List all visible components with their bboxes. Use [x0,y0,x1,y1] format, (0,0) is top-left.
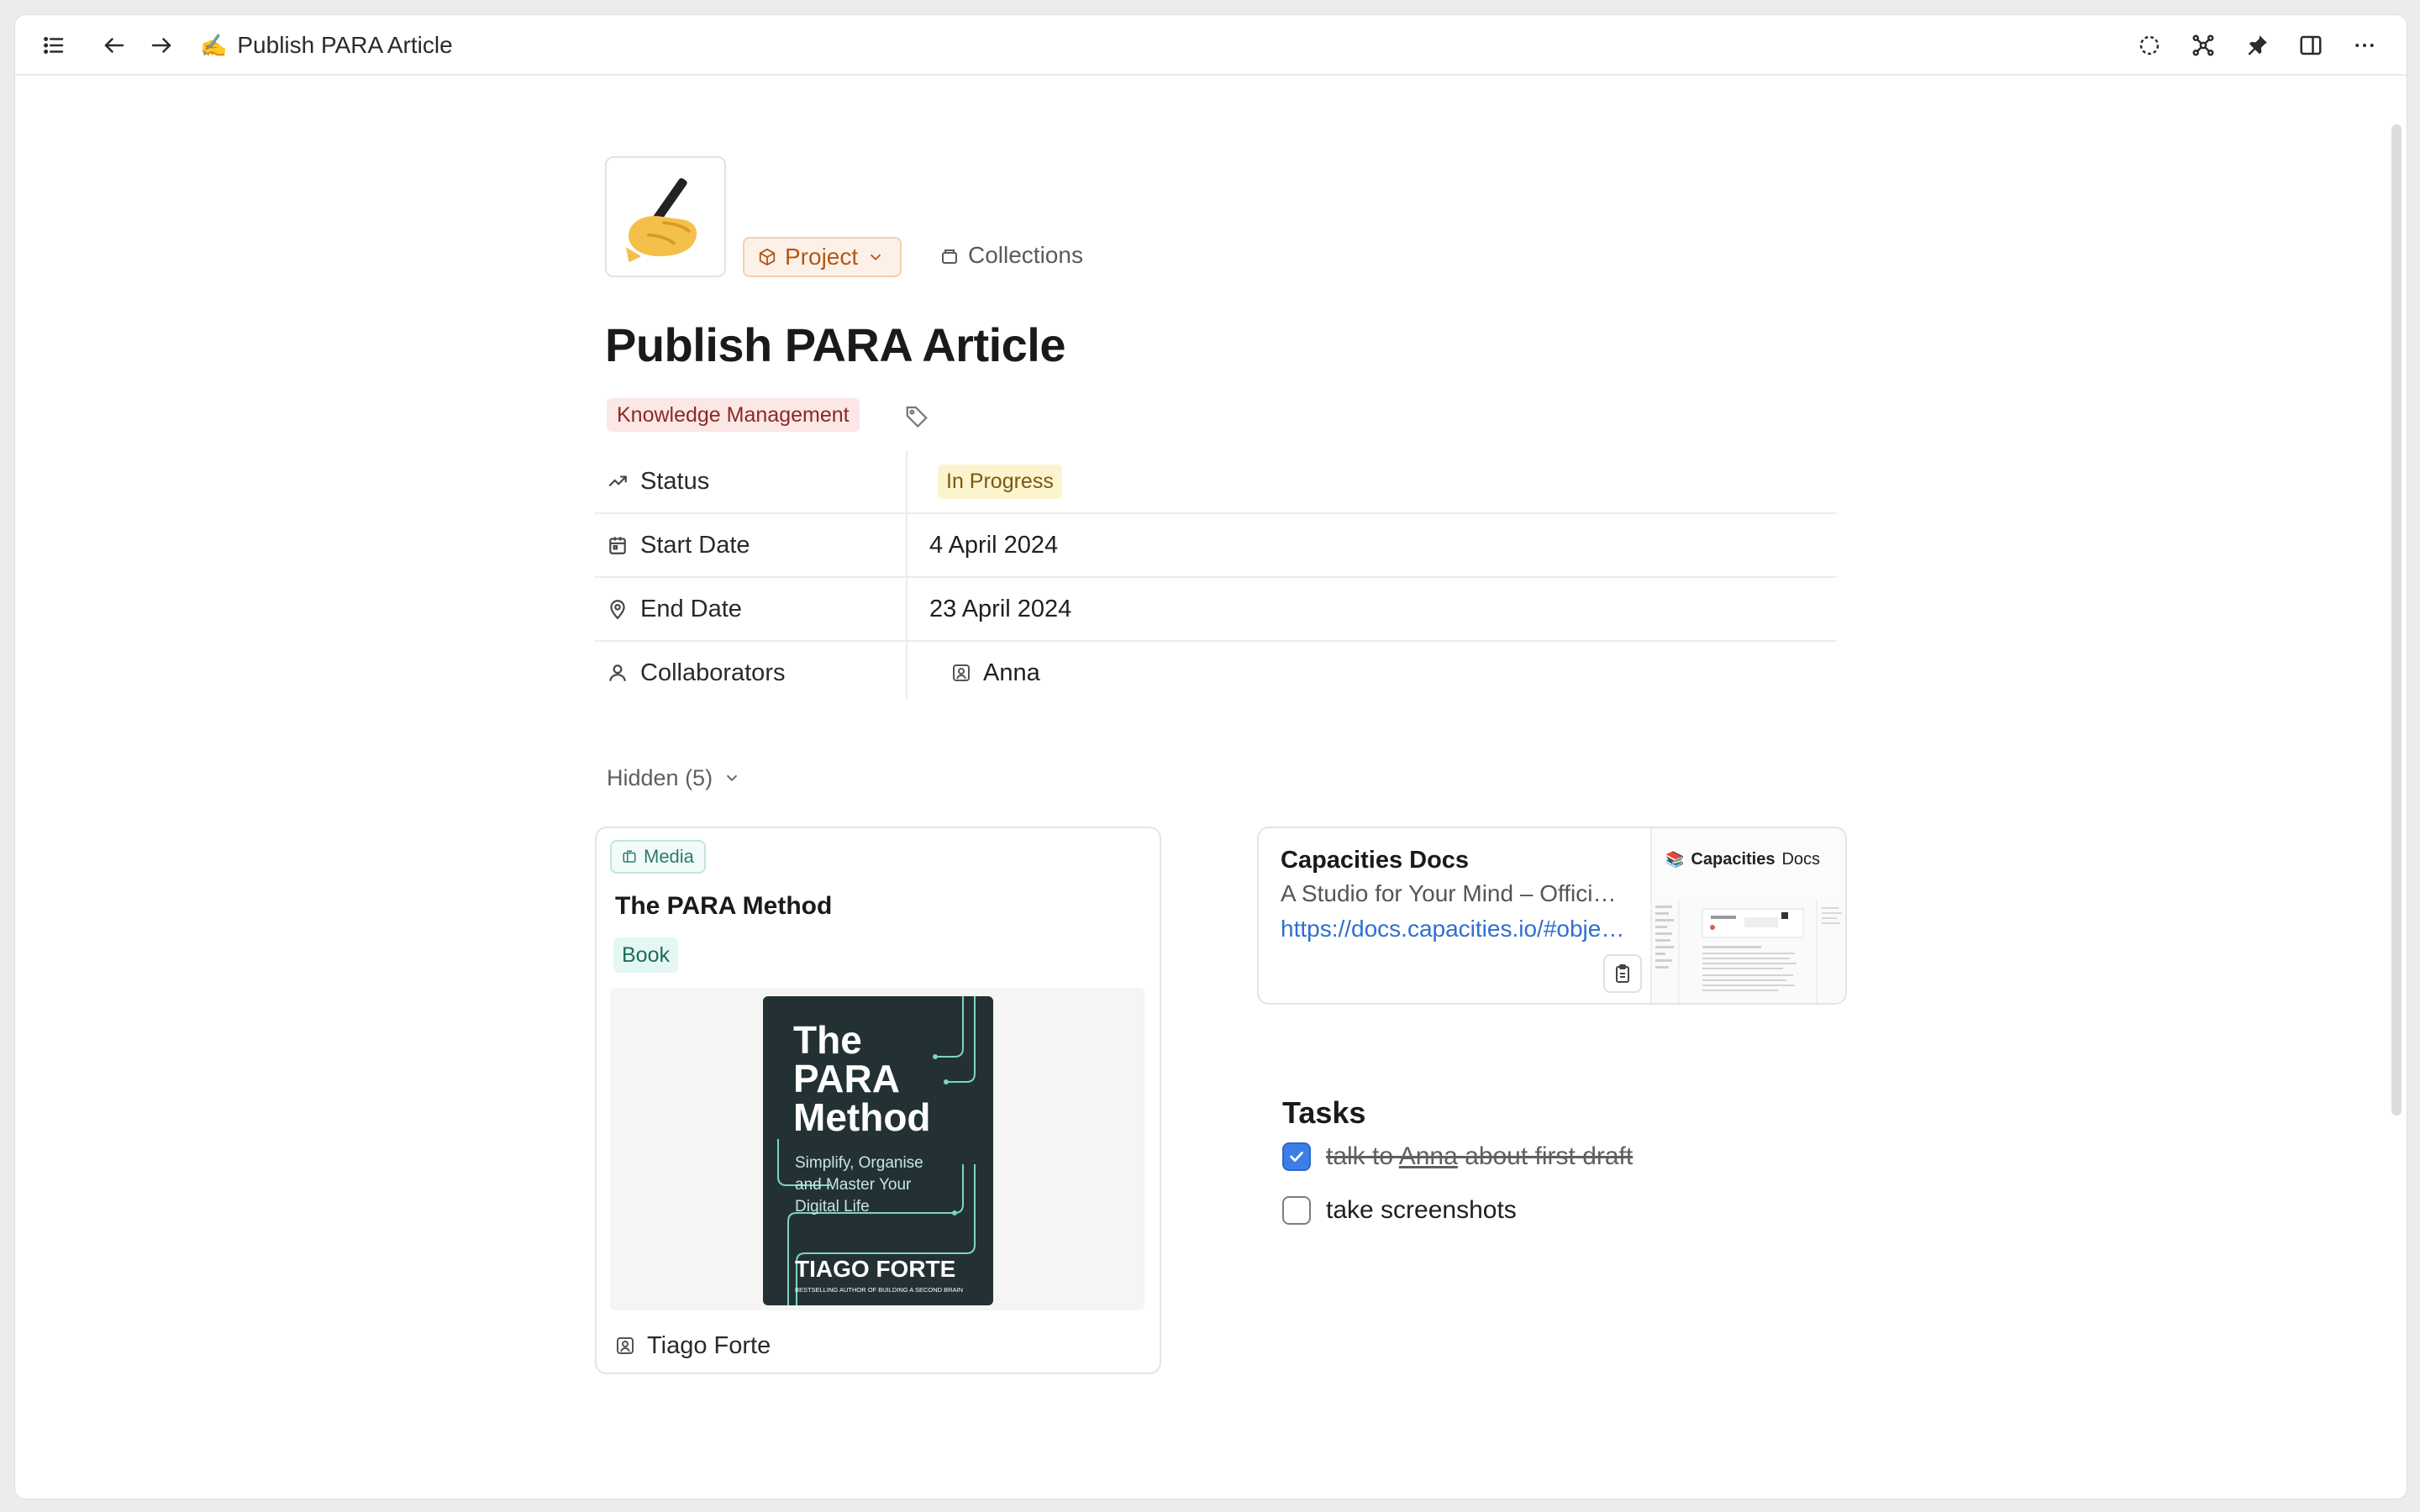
object-type-label: Project [785,244,859,270]
property-value[interactable]: 23 April 2024 [929,578,1071,640]
tasks-heading: Tasks [1282,1095,1366,1130]
book-cover-image: The PARA Method Simplify, Organise and M… [763,996,993,1305]
object-type-dropdown[interactable]: Project [743,237,902,277]
page-emoji-icon: ✍️ [200,32,228,58]
task-text[interactable]: take screenshots [1326,1196,1517,1225]
weblink-title[interactable]: Capacities Docs [1281,847,1469,874]
cover-subtitle-3: Digital Life [795,1198,870,1215]
tag-knowledge-management[interactable]: Knowledge Management [607,398,860,432]
chevron-down-icon [726,774,738,782]
property-value[interactable]: 4 April 2024 [929,514,1058,576]
status-badge[interactable]: In Progress [938,464,1062,499]
thumbnail-heading: 📚 Capacities Docs [1665,850,1821,869]
weblink-url[interactable]: https://docs.capacities.io/#object-types [1281,916,1625,942]
copy-link-button[interactable] [1603,954,1642,993]
property-row-collaborators[interactable]: Collaborators Anna [595,642,1837,704]
trend-icon [608,475,627,487]
task-checkbox-checked[interactable] [1282,1142,1311,1171]
person-card-icon [617,1337,634,1354]
more-icon[interactable] [2349,30,2380,60]
graph-icon[interactable] [2188,30,2218,60]
property-label: Status [607,450,709,512]
media-icon [623,850,636,863]
split-view-icon[interactable] [2296,30,2326,60]
collection-icon [942,249,957,264]
cover-author: TIAGO FORTE [795,1256,955,1282]
dashed-circle-icon[interactable] [2134,30,2165,60]
person-card-icon [953,664,970,681]
person-icon [609,664,626,681]
task-checkbox[interactable] [1282,1196,1311,1225]
media-card[interactable]: Media The PARA Method Book The PARA Meth… [595,827,1161,1374]
cover-line-3: Method [793,1095,931,1139]
weblink-thumbnail: 📚 Capacities Docs [1650,828,1845,1003]
task-item[interactable]: take screenshots [1282,1193,1517,1228]
breadcrumb-title: Publish PARA Article [237,32,453,58]
property-label: Start Date [607,514,750,576]
arrow-right-icon[interactable] [146,30,176,60]
box-icon [759,248,776,266]
cover-area: The PARA Method Simplify, Organise and M… [610,988,1144,1310]
collaborator-anna[interactable]: Anna [951,659,1040,687]
task-item[interactable]: talk to Anna about first draft [1282,1139,1633,1174]
writing-hand-icon [625,178,697,263]
top-bar: ✍️ Publish PARA Article [15,15,2407,76]
media-author[interactable]: Tiago Forte [615,1329,771,1362]
app-window: ✍️ Publish PARA Article Project Collecti… [15,15,2407,1499]
collections-label: Collections [968,242,1083,268]
cover-line-1: The [793,1018,862,1062]
cover-line-2: PARA [793,1057,900,1100]
task-text[interactable]: talk to Anna about first draft [1326,1142,1633,1171]
hidden-properties-toggle[interactable]: Hidden (5) [607,761,741,795]
cover-subtitle-1: Simplify, Organise [795,1154,923,1172]
clipboard-icon [1616,964,1629,983]
breadcrumb[interactable]: ✍️ Publish PARA Article [200,29,453,62]
books-icon: 📚 [1665,851,1685,868]
docs-preview-image [1652,899,1845,1003]
mention-anna[interactable]: Anna [1399,1142,1458,1170]
weblink-description: A Studio for Your Mind – Official docume… [1281,880,1625,906]
arrow-left-icon[interactable] [99,30,129,60]
property-value[interactable]: Anna [951,642,1040,704]
cover-tagline: BESTSELLING AUTHOR OF BUILDING A SECOND … [795,1286,963,1294]
property-row-status[interactable]: Status In Progress [595,450,1837,514]
weblink-card[interactable]: Capacities Docs A Studio for Your Mind –… [1257,827,1847,1005]
property-label: End Date [607,578,742,640]
scrollbar[interactable] [2391,124,2402,1116]
media-badge: Media [610,840,706,874]
media-title[interactable]: The PARA Method [615,892,832,921]
pin-icon[interactable] [2242,30,2272,60]
property-row-start-date[interactable]: Start Date 4 April 2024 [595,514,1837,578]
collections-button[interactable]: Collections [939,237,1083,274]
page-title[interactable]: Publish PARA Article [605,318,1066,372]
calendar-icon [609,537,626,554]
chevron-down-icon [871,254,881,261]
properties-table: Status In Progress Start Date 4 April 20… [595,450,1837,704]
location-pin-icon [610,600,625,620]
hidden-label: Hidden (5) [607,764,713,790]
property-label: Collaborators [607,642,785,704]
sidebar-list-icon[interactable] [39,30,69,60]
cover-subtitle-2: and Master Your [795,1176,912,1194]
check-icon [1290,1152,1303,1162]
property-row-end-date[interactable]: End Date 23 April 2024 [595,578,1837,642]
property-value[interactable]: In Progress [938,450,1062,512]
tag-icon[interactable] [904,403,929,428]
page-icon[interactable] [605,156,726,277]
book-tag[interactable]: Book [613,937,678,973]
